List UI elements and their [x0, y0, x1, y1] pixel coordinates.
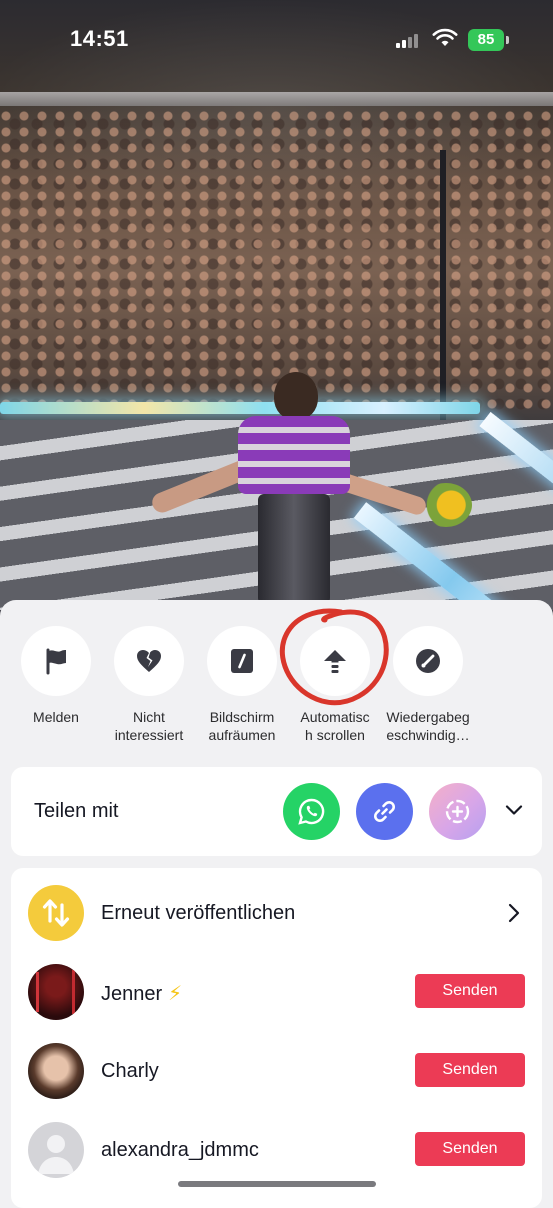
auto-scroll-label: Automatisc h scrollen: [300, 709, 370, 743]
clear-screen-button[interactable]: Bildschirm aufräumen: [194, 626, 290, 744]
flower-bouquet: [420, 483, 472, 527]
story-share-button[interactable]: [429, 783, 486, 840]
avatar: [28, 964, 84, 1020]
clear-screen-label: Bildschirm aufräumen: [208, 709, 276, 743]
avatar-placeholder: [28, 1122, 84, 1178]
contact-row[interactable]: Jenner ⚡ Senden: [11, 956, 542, 1028]
battery-tip: [506, 36, 509, 44]
report-label: Melden: [33, 709, 79, 725]
not-interested-button[interactable]: Nicht interessiert: [101, 626, 197, 744]
playback-speed-label: Wiedergabeg eschwindig…: [386, 709, 470, 743]
home-indicator[interactable]: [178, 1181, 376, 1187]
performer: [232, 372, 352, 604]
not-interested-button-circle[interactable]: [114, 626, 184, 696]
battery-indicator: 85: [468, 29, 504, 51]
send-button[interactable]: Senden: [415, 1132, 525, 1166]
repost-icon-circle: [28, 885, 84, 941]
contact-name: alexandra_jdmmc: [101, 1139, 259, 1161]
chevron-right-icon: [508, 903, 520, 923]
story-plus-icon: [445, 799, 470, 824]
contact-row[interactable]: alexandra_jdmmc Senden: [11, 1114, 542, 1186]
avatar: [28, 1043, 84, 1099]
avatar-light: [36, 972, 39, 1012]
performer-shirt: [238, 416, 350, 494]
microphone-stand: [440, 150, 446, 435]
contacts-card: Erneut veröffentlichen Jenner ⚡ Senden Ch…: [11, 868, 542, 1208]
report-button[interactable]: Melden: [8, 626, 104, 726]
share-title: Teilen mit: [34, 800, 119, 822]
person-icon: [38, 1135, 74, 1174]
crowd: [0, 110, 553, 410]
playback-speed-button[interactable]: Wiedergabeg eschwindig…: [380, 626, 476, 744]
contact-row[interactable]: Charly Senden: [11, 1035, 542, 1107]
contact-name: Charly: [101, 1060, 159, 1082]
avatar-light: [72, 970, 75, 1014]
repost-label: Erneut veröffentlichen: [101, 902, 296, 924]
annotation-circle: [279, 608, 389, 706]
not-interested-label: Nicht interessiert: [114, 709, 184, 743]
performer-head: [274, 372, 318, 420]
whatsapp-share-button[interactable]: [283, 783, 340, 840]
flag-icon: [46, 648, 66, 675]
whatsapp-icon: [298, 798, 325, 825]
chevron-down-icon[interactable]: [504, 800, 524, 820]
status-time: 14:51: [70, 26, 129, 51]
wifi-icon: [432, 28, 458, 46]
copy-link-button[interactable]: [356, 783, 413, 840]
link-icon: [374, 801, 395, 822]
send-button[interactable]: Senden: [415, 1053, 525, 1087]
repost-row[interactable]: Erneut veröffentlichen: [11, 877, 542, 949]
clear-screen-button-circle[interactable]: [207, 626, 277, 696]
action-row: Melden Nicht interessiert Bildschirm auf…: [0, 626, 553, 756]
report-button-circle[interactable]: [21, 626, 91, 696]
repost-icon: [42, 899, 70, 927]
video-background[interactable]: [0, 0, 553, 640]
barrier-rail: [0, 92, 553, 106]
cellular-signal-icon: [396, 32, 420, 48]
send-button[interactable]: Senden: [415, 974, 525, 1008]
playback-speed-button-circle[interactable]: [393, 626, 463, 696]
contact-name: Jenner ⚡: [101, 983, 183, 1005]
broken-heart-icon: [137, 650, 161, 672]
speedometer-icon: [416, 649, 440, 673]
lightning-badge: ⚡: [168, 983, 183, 1005]
performer-pants: [258, 494, 330, 604]
share-card: Teilen mit: [11, 767, 542, 856]
clear-screen-icon: [231, 649, 253, 673]
status-bar: 14:51 85: [0, 0, 553, 80]
